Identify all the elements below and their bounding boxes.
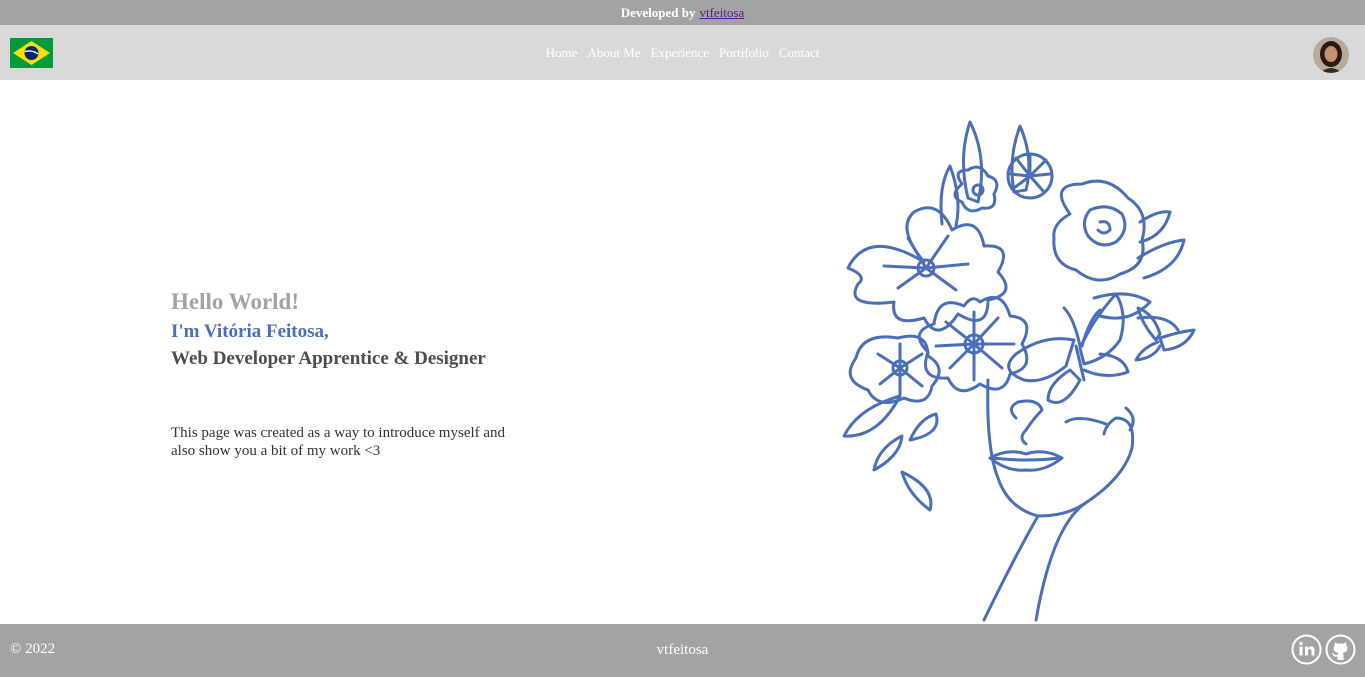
nav-links: Home About Me Experience Portifolio Cont… — [0, 25, 1365, 80]
profile-avatar[interactable] — [1313, 37, 1349, 73]
floral-woman-line-art — [842, 120, 1196, 622]
developer-link[interactable]: vtfeitosa — [699, 5, 744, 21]
name-heading: I'm Vitória Feitosa, — [171, 321, 329, 342]
nav-experience[interactable]: Experience — [651, 45, 709, 61]
linkedin-icon[interactable] — [1291, 634, 1322, 665]
nav-portfolio[interactable]: Portifolio — [719, 45, 769, 61]
footer: © 2022 vtfeitosa — [0, 624, 1365, 677]
role-heading: Web Developer Apprentice & Designer — [171, 348, 486, 369]
nav-home[interactable]: Home — [546, 45, 578, 61]
github-icon[interactable] — [1325, 634, 1356, 665]
nav-about-me[interactable]: About Me — [587, 45, 640, 61]
navbar: Home About Me Experience Portifolio Cont… — [0, 25, 1365, 80]
intro-section: Hello World! I'm Vitória Feitosa, Web De… — [171, 287, 531, 460]
developer-credit-bar: Developed by vtfeitosa — [0, 0, 1365, 25]
intro-description: This page was created as a way to introd… — [171, 425, 506, 459]
nav-contact[interactable]: Contact — [779, 45, 819, 61]
greeting-heading: Hello World! — [171, 289, 299, 314]
footer-name: vtfeitosa — [656, 642, 709, 658]
developer-credit-text: Developed by — [620, 4, 696, 20]
